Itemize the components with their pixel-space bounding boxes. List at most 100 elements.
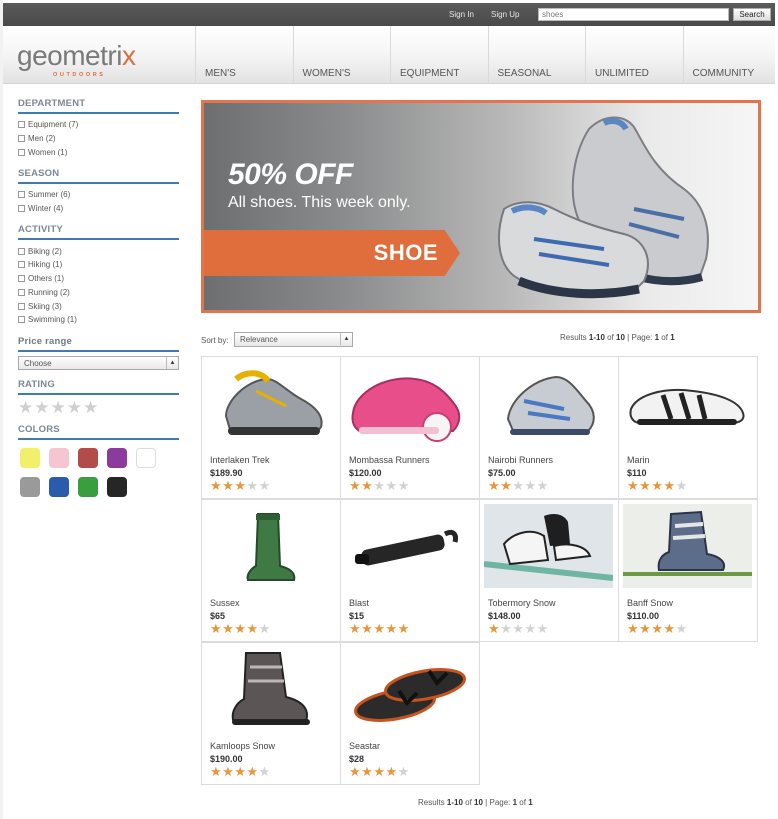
cycling-shoe-icon[interactable] (623, 361, 752, 445)
hiking-shoe-icon[interactable] (206, 361, 335, 445)
filter-option[interactable]: Hiking (1) (18, 258, 179, 272)
star-icon: ★ (663, 621, 676, 636)
filter-option[interactable]: Others (1) (18, 272, 179, 286)
sort-label: Sort by: (201, 336, 229, 345)
results-page-of: of (659, 333, 671, 342)
filter-option[interactable]: Running (2) (18, 286, 179, 300)
nav-community[interactable]: COMMUNITY (682, 26, 778, 84)
product-name[interactable]: Seastar (349, 741, 380, 751)
color-swatch[interactable] (78, 447, 98, 468)
checkbox[interactable] (18, 316, 25, 324)
product-card[interactable]: Interlaken Trek $189.90 ★★★★★ (201, 356, 341, 499)
nav-womens[interactable]: WOMEN'S (292, 26, 391, 84)
color-swatch[interactable] (20, 476, 40, 497)
star-icon: ★ (536, 621, 549, 636)
product-name[interactable]: Marin (627, 455, 650, 465)
star-icon: ★ (500, 621, 513, 636)
product-card[interactable]: Marin $110 ★★★★★ (618, 356, 758, 499)
ski-boot-icon[interactable] (623, 504, 752, 588)
results-of: of (604, 333, 617, 342)
checkbox[interactable] (18, 288, 25, 296)
star-icon: ★ (512, 621, 525, 636)
checkbox[interactable] (18, 191, 25, 199)
product-card[interactable]: Seastar $28 ★★★★★ (340, 642, 480, 785)
brand-logo[interactable]: geometrix OUTDOORS (17, 42, 136, 79)
sign-in-link[interactable]: Sign In (449, 10, 474, 19)
nav-label: SEASONAL (497, 68, 552, 79)
product-card[interactable]: Mombassa Runners $120.00 ★★★★★ (340, 356, 480, 499)
product-name[interactable]: Blast (349, 598, 369, 608)
filter-option[interactable]: Swimming (1) (18, 313, 179, 327)
color-swatch[interactable] (49, 447, 69, 468)
product-name[interactable]: Interlaken Trek (210, 455, 270, 465)
select-arrows-icon: ▲ (166, 356, 178, 369)
filter-option[interactable]: Biking (2) (18, 244, 179, 258)
star-icon: ★ (651, 621, 664, 636)
color-swatch[interactable] (136, 447, 156, 468)
filter-option[interactable]: Summer (6) (18, 188, 179, 202)
filter-label: Women (1) (28, 147, 68, 157)
product-rating: ★★★★★ (349, 479, 410, 493)
product-rating: ★★★★★ (210, 622, 271, 636)
sign-up-link[interactable]: Sign Up (491, 10, 519, 19)
pink-running-shoe-icon[interactable] (345, 361, 474, 445)
product-card[interactable]: Banff Snow $110.00 ★★★★★ (618, 499, 758, 642)
color-swatch[interactable] (49, 476, 69, 497)
results-summary-bottom: Results 1-10 of 10 | Page: 1 of 1 (418, 798, 533, 807)
nav-unlimited[interactable]: UNLIMITED (585, 26, 683, 84)
product-name[interactable]: Banff Snow (627, 598, 673, 608)
checkbox[interactable] (18, 261, 25, 269)
star-icon: ★ (349, 764, 362, 779)
filter-option[interactable]: Winter (4) (18, 202, 179, 216)
nav-equipment[interactable]: EQUIPMENT (390, 26, 488, 84)
nav-mens[interactable]: MEN'S (195, 26, 293, 84)
color-swatch[interactable] (107, 447, 127, 468)
star-icon: ★ (234, 478, 247, 493)
product-card[interactable]: Sussex $65 ★★★★★ (201, 499, 341, 642)
product-card[interactable]: Tobermory Snow $148.00 ★★★★★ (479, 499, 619, 642)
sort-select[interactable]: Relevance ▲ (234, 332, 353, 347)
search-input[interactable] (538, 8, 729, 21)
color-swatch[interactable] (107, 476, 127, 497)
filter-option[interactable]: Skiing (3) (18, 299, 179, 313)
running-shoe-icon[interactable] (484, 361, 613, 445)
filter-option[interactable]: Women (1) (18, 145, 179, 159)
checkbox[interactable] (18, 121, 25, 129)
search-button[interactable]: Search (733, 8, 771, 21)
price-range-select[interactable]: Choose ▲ (18, 355, 179, 370)
color-swatch[interactable] (78, 476, 98, 497)
banner-ribbon[interactable]: SHOE (204, 230, 460, 276)
product-name[interactable]: Nairobi Runners (488, 455, 553, 465)
filter-option[interactable]: Equipment (7) (18, 118, 179, 132)
star-icon: ★ (488, 621, 501, 636)
checkbox[interactable] (18, 302, 25, 310)
product-name[interactable]: Sussex (210, 598, 240, 608)
checkbox[interactable] (18, 135, 25, 143)
star-icon: ★ (373, 764, 386, 779)
checkbox[interactable] (18, 148, 25, 156)
nav-seasonal[interactable]: SEASONAL (487, 26, 586, 84)
checkbox[interactable] (18, 205, 25, 213)
snowshoe-icon[interactable] (483, 504, 614, 588)
product-name[interactable]: Kamloops Snow (210, 741, 275, 751)
snowboard-boot-icon[interactable] (206, 647, 335, 731)
filter-option[interactable]: Men (2) (18, 132, 179, 146)
product-card[interactable]: Kamloops Snow $190.00 ★★★★★ (201, 642, 341, 785)
rating-filter-stars[interactable]: ★★★★★ (18, 399, 179, 416)
product-name[interactable]: Mombassa Runners (349, 455, 430, 465)
product-price: $120.00 (349, 468, 382, 478)
promo-banner[interactable]: 50% OFF All shoes. This week only. SHOE (201, 100, 761, 313)
filter-label: Men (2) (28, 134, 56, 144)
rubber-boot-icon[interactable] (206, 504, 335, 588)
color-swatch[interactable] (20, 447, 40, 468)
flip-flop-icon[interactable] (345, 647, 474, 731)
product-card[interactable]: Blast $15 ★★★★★ (340, 499, 480, 642)
product-rating: ★★★★★ (627, 479, 688, 493)
checkbox[interactable] (18, 275, 25, 283)
checkbox[interactable] (18, 247, 25, 255)
product-name[interactable]: Tobermory Snow (488, 598, 556, 608)
product-card[interactable]: Nairobi Runners $75.00 ★★★★★ (479, 356, 619, 499)
results-pages: 1 (670, 333, 675, 342)
product-rating: ★★★★★ (210, 765, 271, 779)
bike-pump-icon[interactable] (345, 504, 474, 588)
